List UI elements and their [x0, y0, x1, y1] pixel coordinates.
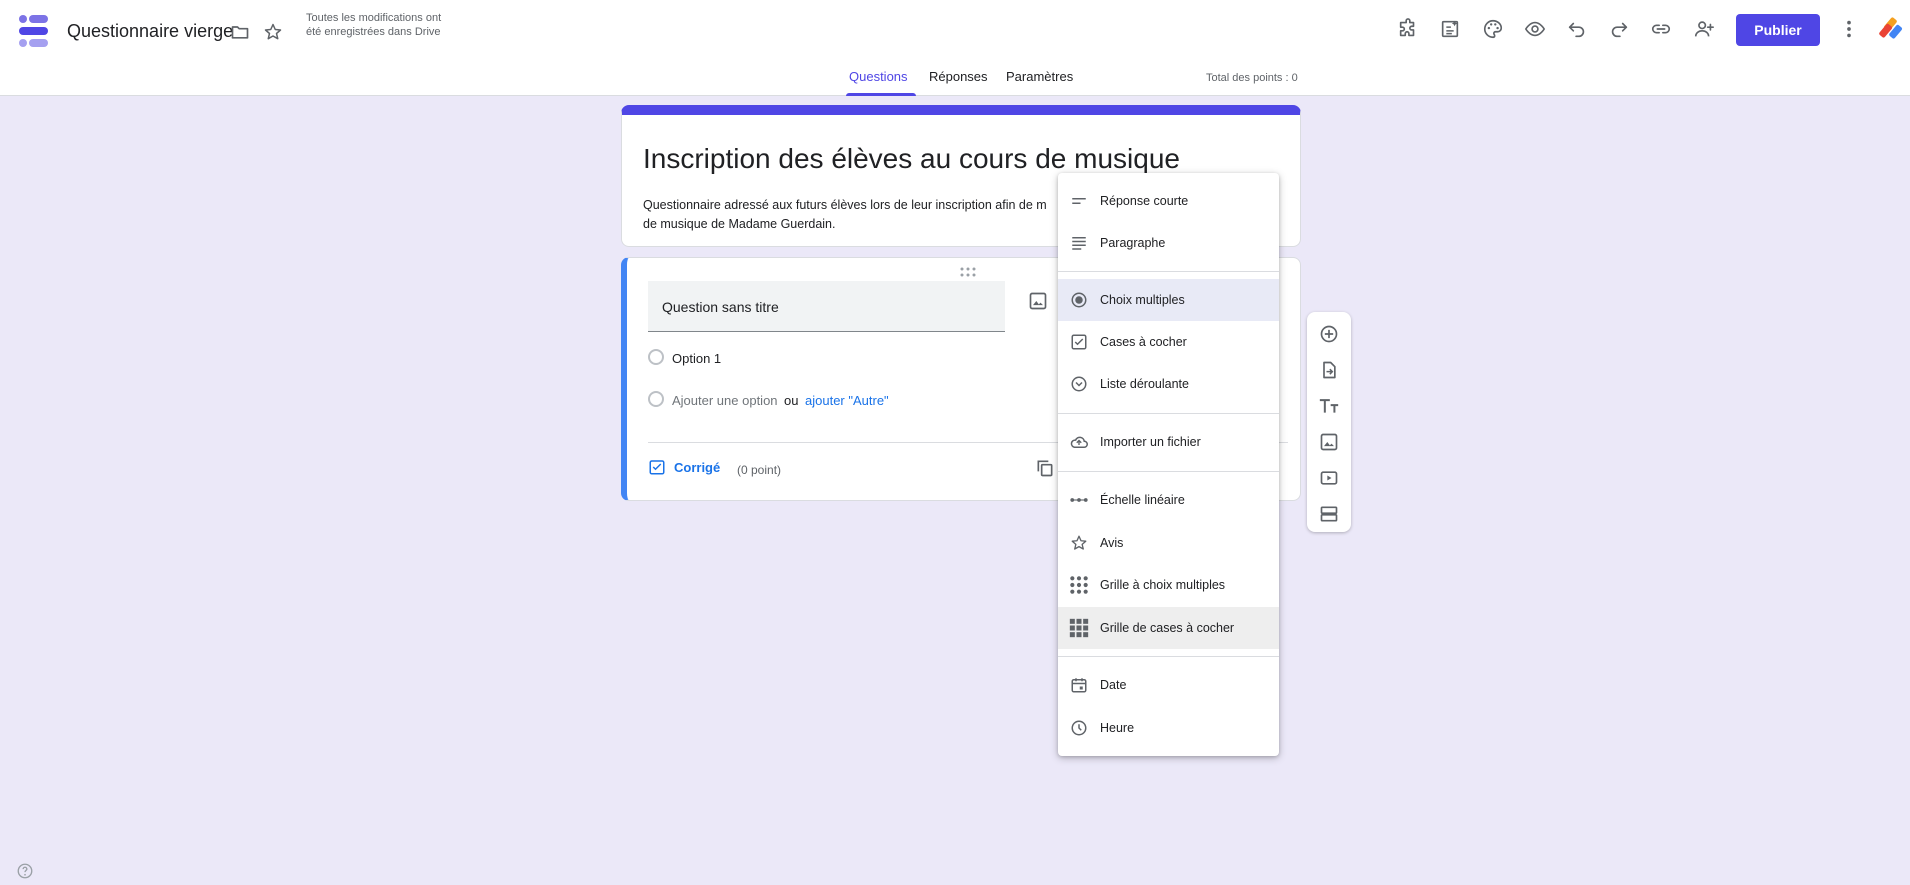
add-other-link[interactable]: ajouter "Autre": [805, 393, 889, 408]
add-title-icon[interactable]: [1317, 394, 1341, 418]
grid-squares-icon: [1068, 617, 1090, 639]
menu-item-time[interactable]: Heure: [1058, 707, 1279, 749]
question-type-menu: Réponse courte Paragraphe Choix multiple…: [1058, 173, 1279, 756]
addons-puzzle-icon[interactable]: [1395, 16, 1421, 42]
menu-item-file-upload[interactable]: Importer un fichier: [1058, 421, 1279, 463]
answer-key-icon: [649, 460, 665, 475]
points-label: (0 point): [737, 463, 782, 477]
add-image-icon[interactable]: [1317, 430, 1341, 454]
import-questions-icon[interactable]: [1317, 358, 1341, 382]
menu-item-label: Cases à cocher: [1100, 335, 1187, 349]
star-icon: [1068, 532, 1090, 554]
customize-form-icon[interactable]: [1437, 16, 1463, 42]
menu-item-label: Paragraphe: [1100, 236, 1166, 250]
add-question-icon[interactable]: [1317, 322, 1341, 346]
menu-item-label: Grille de cases à cocher: [1100, 621, 1235, 635]
radio-icon: [1068, 289, 1090, 311]
add-option-link[interactable]: Ajouter une option: [672, 393, 778, 408]
menu-item-label: Liste déroulante: [1100, 377, 1189, 391]
menu-item-date[interactable]: Date: [1058, 664, 1279, 706]
option-label[interactable]: Option 1: [672, 351, 721, 366]
menu-separator: [1058, 271, 1279, 272]
help-icon[interactable]: [16, 862, 34, 885]
menu-item-rating[interactable]: Avis: [1058, 522, 1279, 564]
floating-toolbar: [1307, 312, 1351, 532]
undo-icon[interactable]: [1564, 16, 1590, 42]
calendar-icon: [1068, 674, 1090, 696]
document-title[interactable]: Questionnaire vierge: [67, 21, 233, 42]
tab-settings[interactable]: Paramètres: [1006, 69, 1073, 84]
add-section-icon[interactable]: [1317, 502, 1341, 526]
menu-item-checkbox-grid[interactable]: Grille de cases à cocher: [1058, 607, 1279, 649]
menu-item-multiple-choice-grid[interactable]: Grille à choix multiples: [1058, 564, 1279, 606]
forms-logo-icon[interactable]: [18, 14, 50, 48]
add-collaborator-icon[interactable]: [1691, 16, 1717, 42]
short-answer-icon: [1068, 190, 1090, 212]
menu-item-linear-scale[interactable]: Échelle linéaire: [1058, 479, 1279, 521]
linear-scale-icon: [1068, 489, 1090, 511]
menu-item-label: Échelle linéaire: [1100, 493, 1185, 507]
tab-responses[interactable]: Réponses: [929, 69, 988, 84]
duplicate-icon[interactable]: [1035, 458, 1055, 483]
cloud-upload-icon: [1068, 431, 1090, 453]
folder-icon[interactable]: [227, 19, 253, 45]
option-radio: [648, 349, 664, 365]
form-title[interactable]: Inscription des élèves au cours de musiq…: [643, 143, 1180, 175]
menu-separator: [1058, 471, 1279, 472]
menu-item-paragraph[interactable]: Paragraphe: [1058, 222, 1279, 264]
redo-icon[interactable]: [1606, 16, 1632, 42]
star-icon[interactable]: [260, 19, 286, 45]
palette-icon[interactable]: [1480, 16, 1506, 42]
active-tab-indicator: [846, 93, 916, 96]
link-icon[interactable]: [1648, 16, 1674, 42]
menu-item-label: Importer un fichier: [1100, 435, 1201, 449]
publish-button[interactable]: Publier: [1736, 14, 1820, 46]
question-title-text: Question sans titre: [662, 299, 779, 315]
clock-icon: [1068, 717, 1090, 739]
menu-item-label: Réponse courte: [1100, 194, 1189, 208]
menu-separator: [1058, 413, 1279, 414]
tab-bar: Questions Réponses Paramètres: [0, 66, 1910, 96]
more-vert-icon[interactable]: [1836, 16, 1862, 42]
menu-separator: [1058, 656, 1279, 657]
dropdown-icon: [1068, 373, 1090, 395]
grid-dots-icon: [1068, 574, 1090, 596]
answer-key-button[interactable]: Corrigé: [648, 458, 720, 476]
menu-item-label: Choix multiples: [1100, 293, 1185, 307]
menu-item-label: Avis: [1100, 536, 1124, 550]
tab-questions[interactable]: Questions: [849, 69, 908, 84]
option-radio: [648, 391, 664, 407]
account-avatar-icon[interactable]: [1878, 16, 1904, 42]
save-status: Toutes les modifications ont été enregis…: [306, 12, 442, 38]
menu-item-label: Heure: [1100, 721, 1135, 735]
preview-eye-icon[interactable]: [1522, 16, 1548, 42]
answer-key-label: Corrigé: [674, 459, 721, 475]
menu-item-short-answer[interactable]: Réponse courte: [1058, 180, 1279, 222]
paragraph-icon: [1068, 232, 1090, 254]
menu-item-label: Date: [1100, 678, 1127, 692]
menu-item-multiple-choice[interactable]: Choix multiples: [1058, 279, 1279, 321]
top-header: Questionnaire vierge Toutes les modifica…: [0, 0, 1910, 96]
points-total: Total des points : 0: [1206, 72, 1298, 84]
menu-item-checkboxes[interactable]: Cases à cocher: [1058, 321, 1279, 363]
add-video-icon[interactable]: [1317, 466, 1341, 490]
menu-item-dropdown[interactable]: Liste déroulante: [1058, 363, 1279, 405]
menu-item-label: Grille à choix multiples: [1100, 578, 1226, 592]
add-image-icon[interactable]: [1028, 291, 1048, 316]
checkbox-icon: [1068, 331, 1090, 353]
question-title-input[interactable]: Question sans titre: [648, 281, 1005, 332]
or-label: ou: [784, 393, 799, 408]
drag-handle-icon[interactable]: [960, 264, 976, 282]
